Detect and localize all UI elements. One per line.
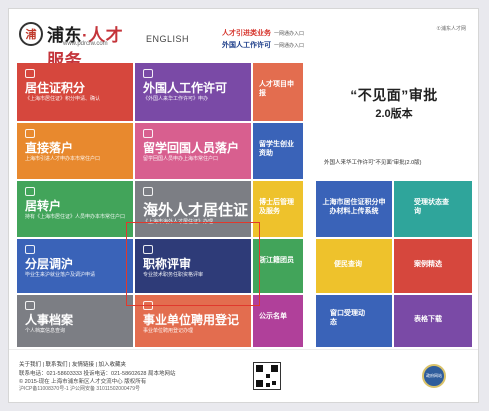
header-qr-title: ①浦东人才网 xyxy=(436,26,466,32)
header: 浦 浦东·人才服务 www.pdrcfw.com ENGLISH 人才引进类业务… xyxy=(9,9,478,70)
tile-title: 公示名单 xyxy=(259,313,287,320)
promo-link-foreign-label: 外国人工作许可 xyxy=(222,42,271,49)
qr-dot xyxy=(272,381,276,385)
tile-status-query[interactable]: 受理状态查询 xyxy=(394,181,472,237)
tile-title: 案例精选 xyxy=(414,261,442,268)
tile-institution-hiring[interactable]: 事业单位聘用登记 事业单位聘用登记办理 xyxy=(135,295,251,347)
folder-icon xyxy=(25,301,35,310)
tile-title: 事业单位聘用登记 xyxy=(143,313,240,327)
qr-code-icon xyxy=(253,362,281,390)
tile-subtitle: 事业单位聘用登记办理 xyxy=(143,328,194,334)
tile-zhejiang[interactable]: 浙江籍团员 xyxy=(253,239,303,293)
page: 浦 浦东·人才服务 www.pdrcfw.com ENGLISH 人才引进类业务… xyxy=(8,8,479,403)
qr-finder xyxy=(256,380,263,387)
tile-talent-project[interactable]: 人才项目申报 xyxy=(253,63,303,121)
id-card-icon xyxy=(25,69,35,78)
document-icon xyxy=(143,301,153,310)
promo-links: 人才引进类业务 一网通办入口 外国人工作许可 一网通办入口 xyxy=(222,28,304,52)
logo-url: www.pdrcfw.com xyxy=(63,41,108,47)
tile-subtitle: 《外国人来华工作许可》申办 xyxy=(143,96,209,102)
promo-link-foreign-small: 一网通办入口 xyxy=(274,43,305,49)
tile-title: 留学生创业资助 xyxy=(259,141,294,157)
tile-overseas-residence[interactable]: 海外人才居住证 《上海市海外人才居住证》办理 xyxy=(135,181,251,237)
house-icon xyxy=(25,129,35,138)
tile-residence-points[interactable]: 居住证积分 《上海市居住证》积分申请、确认 xyxy=(17,63,133,121)
qr-dot xyxy=(266,383,270,387)
promo-link-talent[interactable]: 人才引进类业务 一网通办入口 xyxy=(222,28,304,40)
qr-dot xyxy=(266,374,270,378)
tile-public-list[interactable]: 公示名单 xyxy=(253,295,303,347)
banner-version: 2.0版本 xyxy=(375,108,413,120)
logo[interactable]: 浦 浦东·人才服务 www.pdrcfw.com xyxy=(19,21,139,70)
passport-icon xyxy=(143,69,153,78)
promo-link-foreign[interactable]: 外国人工作许可 一网通办入口 xyxy=(222,40,304,52)
tile-direct-hukou[interactable]: 直接落户 上海市引进人才申办本市常住户口 xyxy=(17,123,133,179)
tile-personnel-archive[interactable]: 人事档案 个人档案信息查询 xyxy=(17,295,133,347)
building-icon xyxy=(25,187,35,196)
tile-title: 职称评审 xyxy=(143,257,192,271)
tile-title: 受理状态查询 xyxy=(414,199,449,215)
tile-subtitle: 留学回国人员申办上海市常住户口 xyxy=(143,156,219,162)
tile-title: 便民查询 xyxy=(334,261,362,268)
certificate-icon xyxy=(143,245,153,254)
tile-overseas-hukou[interactable]: 留学回国人员落户 留学回国人员申办上海市常住户口 xyxy=(135,123,251,179)
tile-title: 上海市居住证积分申办材料上传系统 xyxy=(322,199,386,215)
plane-icon xyxy=(143,129,153,138)
logo-emblem-icon: 浦 xyxy=(19,22,43,46)
tile-title: 直接落户 xyxy=(25,141,74,155)
tile-title: 博士后管理及服务 xyxy=(259,199,294,215)
qr-finder xyxy=(271,365,278,372)
tile-convenient-query[interactable]: 便民查询 xyxy=(316,239,392,293)
footer-copyright: © 2015-现在 上海市浦东新区人才交流中心 版权所有 xyxy=(19,379,147,385)
tile-title: 居转户 xyxy=(25,199,62,213)
tile-title: 外国人工作许可 xyxy=(143,81,228,95)
tile-title: 窗口受理动态 xyxy=(330,310,365,326)
tile-title: 人才项目申报 xyxy=(259,81,294,97)
banner-heading: “不见面”审批 xyxy=(350,87,438,103)
footer: 关于我们 | 联系我们 | 友情链接 | 加入收藏夹 联系电话：021-5860… xyxy=(9,349,478,402)
footer-links[interactable]: 关于我们 | 联系我们 | 友情链接 | 加入收藏夹 xyxy=(19,360,126,368)
people-icon xyxy=(25,245,35,254)
footer-contact: 联系电话：021-58603333 投诉电话：021-58602628 局本地网… xyxy=(19,371,176,377)
tile-title: 表格下载 xyxy=(414,316,442,323)
banner-caption: 外国人来华工作许可“不见面”审批(2.0版) xyxy=(324,160,422,166)
tile-grad-settlement[interactable]: 分层调沪 毕业生来沪就业落户及调沪申请 xyxy=(17,239,133,293)
tile-residence-material-upload[interactable]: 上海市居住证积分申办材料上传系统 xyxy=(316,181,392,237)
tile-subtitle: 毕业生来沪就业落户及调沪申请 xyxy=(25,272,96,278)
tile-title: 留学回国人员落户 xyxy=(143,141,240,155)
footer-icp[interactable]: 沪ICP备11008370号-1 沪公网安备 31011502000479号 xyxy=(19,385,140,392)
tile-title: 浙江籍团员 xyxy=(259,257,294,264)
tile-title: 分层调沪 xyxy=(25,257,74,271)
tile-postdoc[interactable]: 博士后管理及服务 xyxy=(253,181,303,237)
tile-window-dynamics[interactable]: 窗口受理动态 xyxy=(316,295,392,347)
tile-subtitle: 持有《上海市居住证》人员申办本市常住户口 xyxy=(25,214,126,220)
qr-finder xyxy=(256,365,263,372)
promo-link-talent-small: 一网通办入口 xyxy=(274,31,305,37)
approval-banner[interactable]: “不见面”审批 2.0版本 外国人来华工作许可“不见面”审批(2.0版) xyxy=(316,63,472,187)
tile-subtitle: 《上海市居住证》积分申请、确认 xyxy=(25,96,101,102)
tile-title: 人事档案 xyxy=(25,313,74,327)
gov-site-badge-icon[interactable]: 政府网站 xyxy=(422,364,446,388)
tile-overseas-startup[interactable]: 留学生创业资助 xyxy=(253,123,303,179)
tile-title: 居住证积分 xyxy=(25,81,86,95)
tile-foreign-work-permit[interactable]: 外国人工作许可 《外国人来华工作许可》申办 xyxy=(135,63,251,121)
tile-title-evaluation[interactable]: 职称评审 专业技术职务任职资格评审 xyxy=(135,239,251,293)
tile-subtitle: 《上海市海外人才居住证》办理 xyxy=(143,219,214,225)
language-switch[interactable]: ENGLISH xyxy=(146,34,189,44)
tile-case-select[interactable]: 案例精选 xyxy=(394,239,472,293)
card-icon xyxy=(143,187,153,196)
tile-form-download[interactable]: 表格下载 xyxy=(394,295,472,347)
tile-subtitle: 个人档案信息查询 xyxy=(25,328,66,334)
tile-title: 海外人才居住证 xyxy=(143,202,249,219)
tile-residence-to-hukou[interactable]: 居转户 持有《上海市居住证》人员申办本市常住户口 xyxy=(17,181,133,237)
badge-label: 政府网站 xyxy=(426,373,442,378)
promo-link-talent-label: 人才引进类业务 xyxy=(222,30,271,37)
tile-subtitle: 专业技术职务任职资格评审 xyxy=(143,272,204,278)
tile-subtitle: 上海市引进人才申办本市常住户口 xyxy=(25,156,101,162)
